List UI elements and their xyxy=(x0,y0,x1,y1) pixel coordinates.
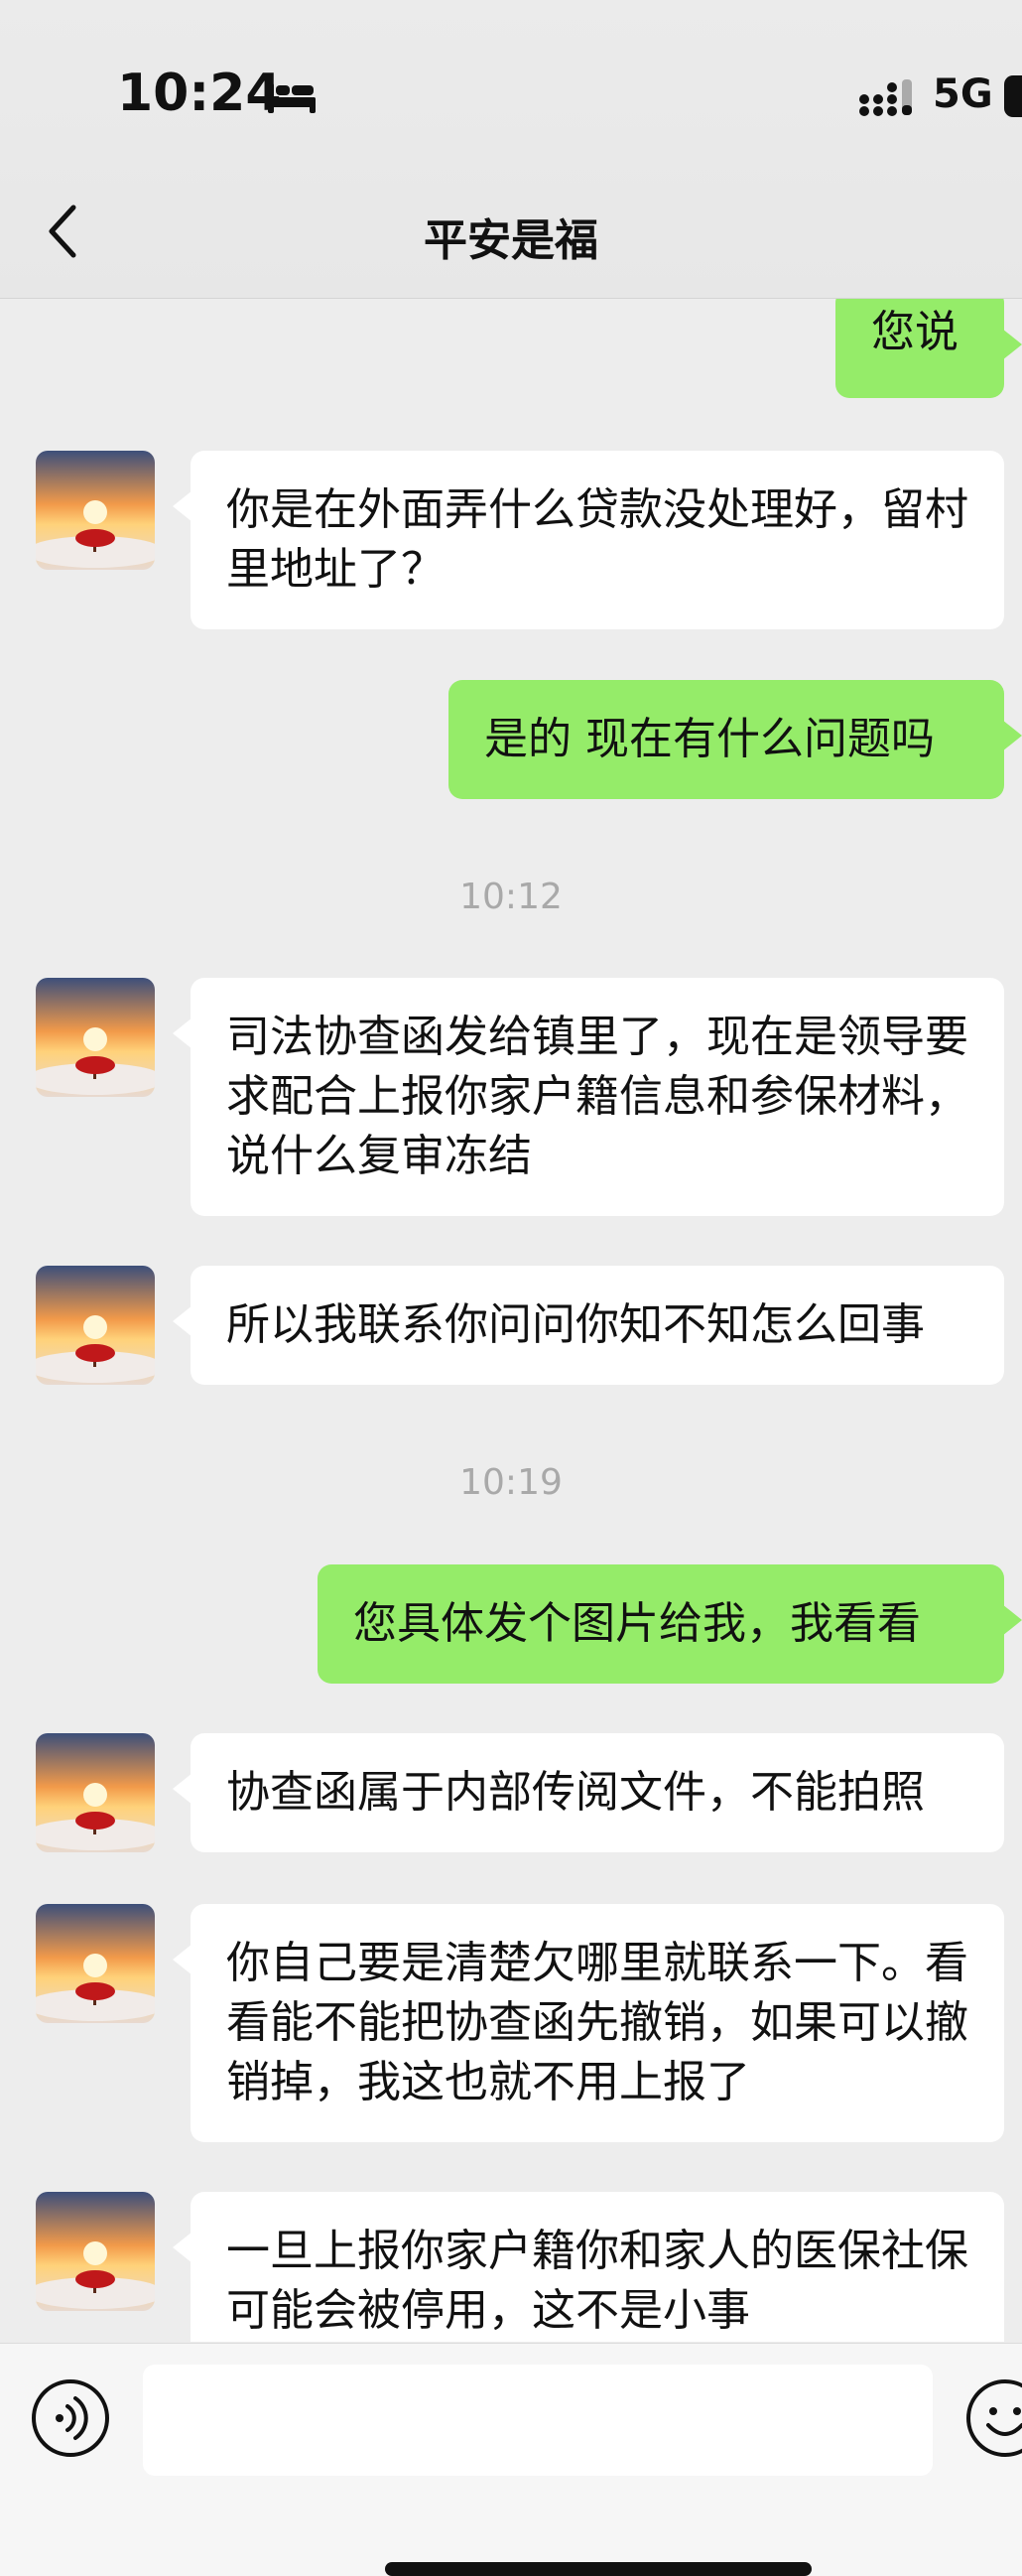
message-bubble-incoming[interactable]: 协查函属于内部传阅文件，不能拍照 xyxy=(173,1733,1004,1852)
avatar[interactable] xyxy=(36,451,155,570)
status-time: 10:24 xyxy=(117,64,282,123)
avatar-image xyxy=(36,1733,155,1852)
avatar[interactable] xyxy=(36,1266,155,1385)
bed-icon xyxy=(268,83,316,113)
message-bubble-incoming[interactable]: 你是在外面弄什么贷款没处理好，留村里地址了？ xyxy=(173,451,1004,629)
message-bubble-outgoing[interactable]: 是的 现在有什么问题吗 xyxy=(448,680,1022,799)
avatar-image xyxy=(36,1266,155,1385)
avatar-image xyxy=(36,978,155,1097)
avatar-image xyxy=(36,451,155,570)
message-text: 协查函属于内部传阅文件，不能拍照 xyxy=(226,1767,925,1818)
avatar[interactable] xyxy=(36,1904,155,2023)
message-bubble-outgoing[interactable]: 您说 xyxy=(835,299,1022,398)
avatar-image xyxy=(36,1904,155,2023)
message-input[interactable] xyxy=(143,2365,933,2476)
signal-icon xyxy=(859,79,912,116)
avatar[interactable] xyxy=(36,1733,155,1852)
message-text: 是的 现在有什么问题吗 xyxy=(484,714,935,764)
chat-area[interactable]: 您说 你是在外面弄什么贷款没处理好，留村里地址了？ 是的 现在有什么问题吗 10… xyxy=(0,299,1022,2342)
message-text: 你自己要是清楚欠哪里就联系一下。看看能不能把协查函先撤销，如果可以撤销掉，我这也… xyxy=(226,1938,968,2107)
voice-icon[interactable] xyxy=(30,2377,111,2459)
message-bubble-incoming[interactable]: 你自己要是清楚欠哪里就联系一下。看看能不能把协查函先撤销，如果可以撤销掉，我这也… xyxy=(173,1904,1004,2142)
message-bubble-incoming[interactable]: 一旦上报你家户籍你和家人的医保社保可能会被停用，这不是小事 xyxy=(173,2192,1004,2342)
battery-icon xyxy=(1004,75,1022,117)
avatar[interactable] xyxy=(36,978,155,1097)
message-text: 所以我联系你问问你知不知怎么回事 xyxy=(226,1299,925,1350)
message-bubble-incoming[interactable]: 司法协查函发给镇里了，现在是领导要求配合上报你家户籍信息和参保材料，说什么复审冻… xyxy=(173,978,1004,1216)
network-type: 5G xyxy=(933,71,993,117)
timestamp: 10:12 xyxy=(459,877,563,917)
message-bubble-outgoing[interactable]: 您具体发个图片给我，我看看 xyxy=(318,1564,1022,1684)
message-bubble-incoming[interactable]: 所以我联系你问问你知不知怎么回事 xyxy=(173,1266,1004,1385)
chat-title[interactable]: 平安是福 xyxy=(0,204,1022,268)
emoji-icon[interactable] xyxy=(964,2377,1022,2459)
message-text: 你是在外面弄什么贷款没处理好，留村里地址了？ xyxy=(226,484,968,595)
message-text: 司法协查函发给镇里了，现在是领导要求配合上报你家户籍信息和参保材料，说什么复审冻… xyxy=(226,1012,968,1181)
timestamp: 10:19 xyxy=(459,1462,563,1503)
avatar[interactable] xyxy=(36,2192,155,2311)
avatar-image xyxy=(36,2192,155,2311)
message-text: 您说 xyxy=(871,307,958,357)
message-text: 一旦上报你家户籍你和家人的医保社保可能会被停用，这不是小事 xyxy=(226,2226,968,2336)
home-indicator[interactable] xyxy=(385,2562,812,2576)
message-text: 您具体发个图片给我，我看看 xyxy=(353,1598,921,1649)
